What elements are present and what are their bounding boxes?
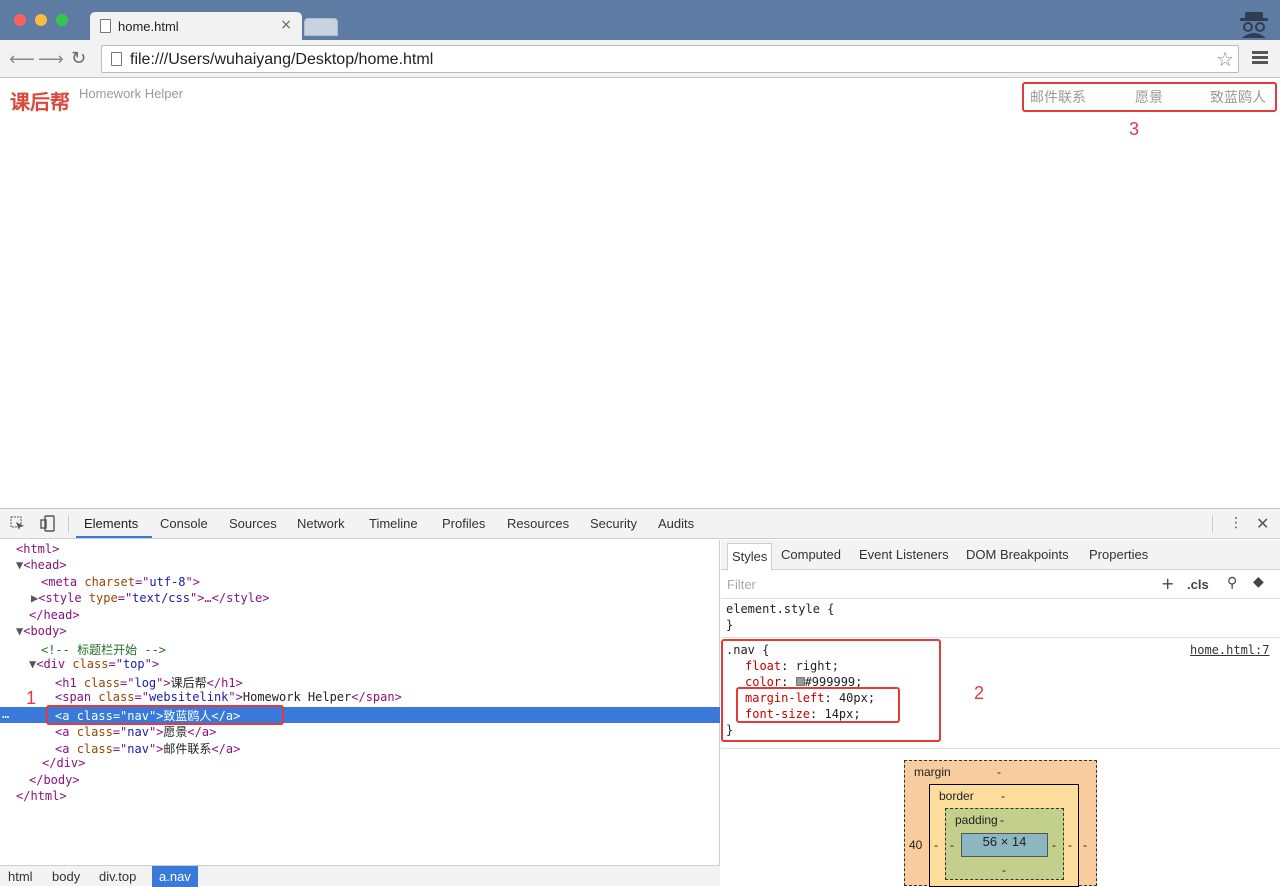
tab-properties[interactable]: Properties — [1089, 547, 1148, 562]
margin-left-value: 40 — [909, 838, 923, 852]
annotation-box-nav — [1022, 82, 1277, 112]
dom-line-span[interactable]: <span class="websitelink">Homework Helpe… — [0, 690, 720, 706]
box-model-content[interactable]: 56 × 14 — [961, 833, 1048, 857]
new-tab-button[interactable] — [304, 18, 338, 36]
page-viewport: 课后帮 Homework Helper 邮件联系 愿景 致蓝鸥人 3 — [0, 79, 1280, 508]
address-bar[interactable]: file:///Users/wuhaiyang/Desktop/home.htm… — [101, 45, 1239, 73]
cls-toggle[interactable]: .cls — [1187, 577, 1209, 592]
dom-line-body[interactable]: ▼<body> — [0, 624, 720, 640]
dom-line-meta[interactable]: <meta charset="utf-8"> — [0, 575, 720, 591]
inspect-element-icon[interactable] — [10, 516, 25, 531]
tab-network[interactable]: Network — [297, 516, 345, 531]
box-model-border[interactable]: border - - - padding - - - - 56 × 14 — [929, 784, 1079, 887]
margin-top-value: - — [997, 765, 1001, 779]
dom-line-html[interactable]: <html> — [0, 542, 720, 558]
tab-event-listeners[interactable]: Event Listeners — [859, 547, 949, 562]
dom-line-h1[interactable]: <h1 class="log">课后帮</h1> — [0, 674, 720, 690]
element-style-selector[interactable]: element.style { — [726, 602, 834, 616]
styles-tabbar: Styles Computed Event Listeners DOM Brea… — [721, 540, 1280, 571]
annotation-label-1: 1 — [26, 688, 37, 708]
margin-right-value: - — [1083, 838, 1087, 852]
color-format-icon[interactable]: ◆ — [1253, 574, 1264, 590]
border-left-value: - — [934, 838, 938, 852]
incognito-icon — [1236, 6, 1272, 38]
document-icon — [100, 19, 111, 33]
padding-left-value: - — [950, 838, 954, 852]
styles-pane: Styles Computed Event Listeners DOM Brea… — [721, 540, 1280, 887]
tab-audits[interactable]: Audits — [658, 516, 694, 531]
tab-elements[interactable]: Elements — [84, 516, 138, 531]
annotation-label-2: 2 — [974, 683, 985, 703]
rule-source-link[interactable]: home.html:7 — [1190, 643, 1269, 657]
dom-line-head[interactable]: ▼<head> — [0, 558, 720, 574]
file-icon — [111, 52, 122, 66]
pin-icon[interactable]: ⚲ — [1227, 575, 1237, 591]
browser-toolbar: ⟵ ⟶ ↻ file:///Users/wuhaiyang/Desktop/ho… — [0, 40, 1280, 78]
tab-dom-breakpoints[interactable]: DOM Breakpoints — [966, 547, 1069, 562]
border-top-value: - — [1001, 789, 1005, 803]
devtools-panel: Elements Console Sources Network Timelin… — [0, 508, 1280, 887]
new-rule-icon[interactable]: + — [1161, 574, 1174, 593]
tab-styles[interactable]: Styles — [727, 543, 773, 571]
active-tab-indicator — [76, 536, 152, 538]
annotation-label-3: 3 — [1129, 119, 1140, 139]
dom-line-style[interactable]: ▶<style type="text/css">…</style> — [0, 591, 720, 607]
breadcrumb-div-top[interactable]: div.top — [99, 869, 136, 884]
tab-console[interactable]: Console — [160, 516, 208, 531]
close-window-button[interactable] — [14, 14, 26, 26]
dom-line-head-close[interactable]: </head> — [0, 608, 720, 624]
tab-resources[interactable]: Resources — [507, 516, 569, 531]
dom-line-a-3[interactable]: <a class="nav">邮件联系</a> — [0, 740, 720, 756]
margin-label: margin — [914, 765, 951, 779]
padding-label: padding — [955, 813, 998, 827]
border-label: border — [939, 789, 974, 803]
more-options-icon[interactable]: ⋮ — [1229, 515, 1243, 531]
tab-timeline[interactable]: Timeline — [369, 516, 418, 531]
maximize-window-button[interactable] — [56, 14, 68, 26]
dom-line-a-2[interactable]: <a class="nav">愿景</a> — [0, 723, 720, 739]
bookmark-star-icon[interactable]: ☆ — [1216, 47, 1234, 71]
border-right-value: - — [1068, 838, 1072, 852]
breadcrumb-a-nav[interactable]: a.nav — [152, 866, 198, 887]
tab-profiles[interactable]: Profiles — [442, 516, 485, 531]
tab-computed[interactable]: Computed — [781, 547, 841, 562]
reload-icon[interactable]: ↻ — [71, 48, 86, 69]
padding-top-value: - — [1000, 813, 1004, 827]
breadcrumb-html[interactable]: html — [8, 869, 33, 884]
close-devtools-icon[interactable]: ✕ — [1256, 514, 1269, 533]
styles-filter-input[interactable]: Filter — [727, 577, 756, 592]
device-mode-icon[interactable] — [40, 515, 55, 532]
forward-arrow-icon[interactable]: ⟶ — [38, 49, 64, 70]
padding-bottom-value: - — [1002, 863, 1006, 877]
url-text[interactable]: file:///Users/wuhaiyang/Desktop/home.htm… — [130, 51, 433, 69]
website-link-text: Homework Helper — [79, 86, 184, 101]
dom-line-body-close[interactable]: </body> — [0, 773, 720, 789]
box-model-margin[interactable]: margin - 40 - border - - - padding - - -… — [904, 760, 1097, 887]
back-arrow-icon[interactable]: ⟵ — [9, 49, 35, 70]
annotation-box-props — [736, 687, 900, 723]
dom-line-comment[interactable]: <!-- 标题栏开始 --> — [0, 641, 720, 657]
browser-titlebar: home.html × — [0, 0, 1280, 42]
devtools-tabbar: Elements Console Sources Network Timelin… — [0, 509, 1280, 539]
annotation-box-selected-a — [46, 705, 284, 725]
dom-line-div-close[interactable]: </div> — [0, 756, 720, 772]
breadcrumb-body[interactable]: body — [52, 869, 80, 884]
menu-icon[interactable] — [1252, 51, 1268, 65]
dom-breadcrumbs: html body div.top a.nav — [0, 865, 720, 887]
minimize-window-button[interactable] — [35, 14, 47, 26]
tab-title: home.html — [118, 19, 179, 34]
browser-tab[interactable]: home.html × — [90, 12, 302, 42]
dom-line-html-close[interactable]: </html> — [0, 789, 720, 805]
tab-close-icon[interactable]: × — [280, 17, 292, 33]
dom-line-div[interactable]: ▼<div class="top"> — [0, 657, 720, 673]
elements-tree: <html> ▼<head> <meta charset="utf-8"> ▶<… — [0, 540, 720, 866]
tab-sources[interactable]: Sources — [229, 516, 277, 531]
box-model-padding[interactable]: padding - - - - 56 × 14 — [945, 808, 1064, 880]
tab-security[interactable]: Security — [590, 516, 637, 531]
padding-right-value: - — [1052, 838, 1056, 852]
ellipsis-icon[interactable]: … — [2, 707, 9, 721]
site-logo: 课后帮 — [10, 90, 70, 114]
element-style-close: } — [726, 618, 734, 632]
